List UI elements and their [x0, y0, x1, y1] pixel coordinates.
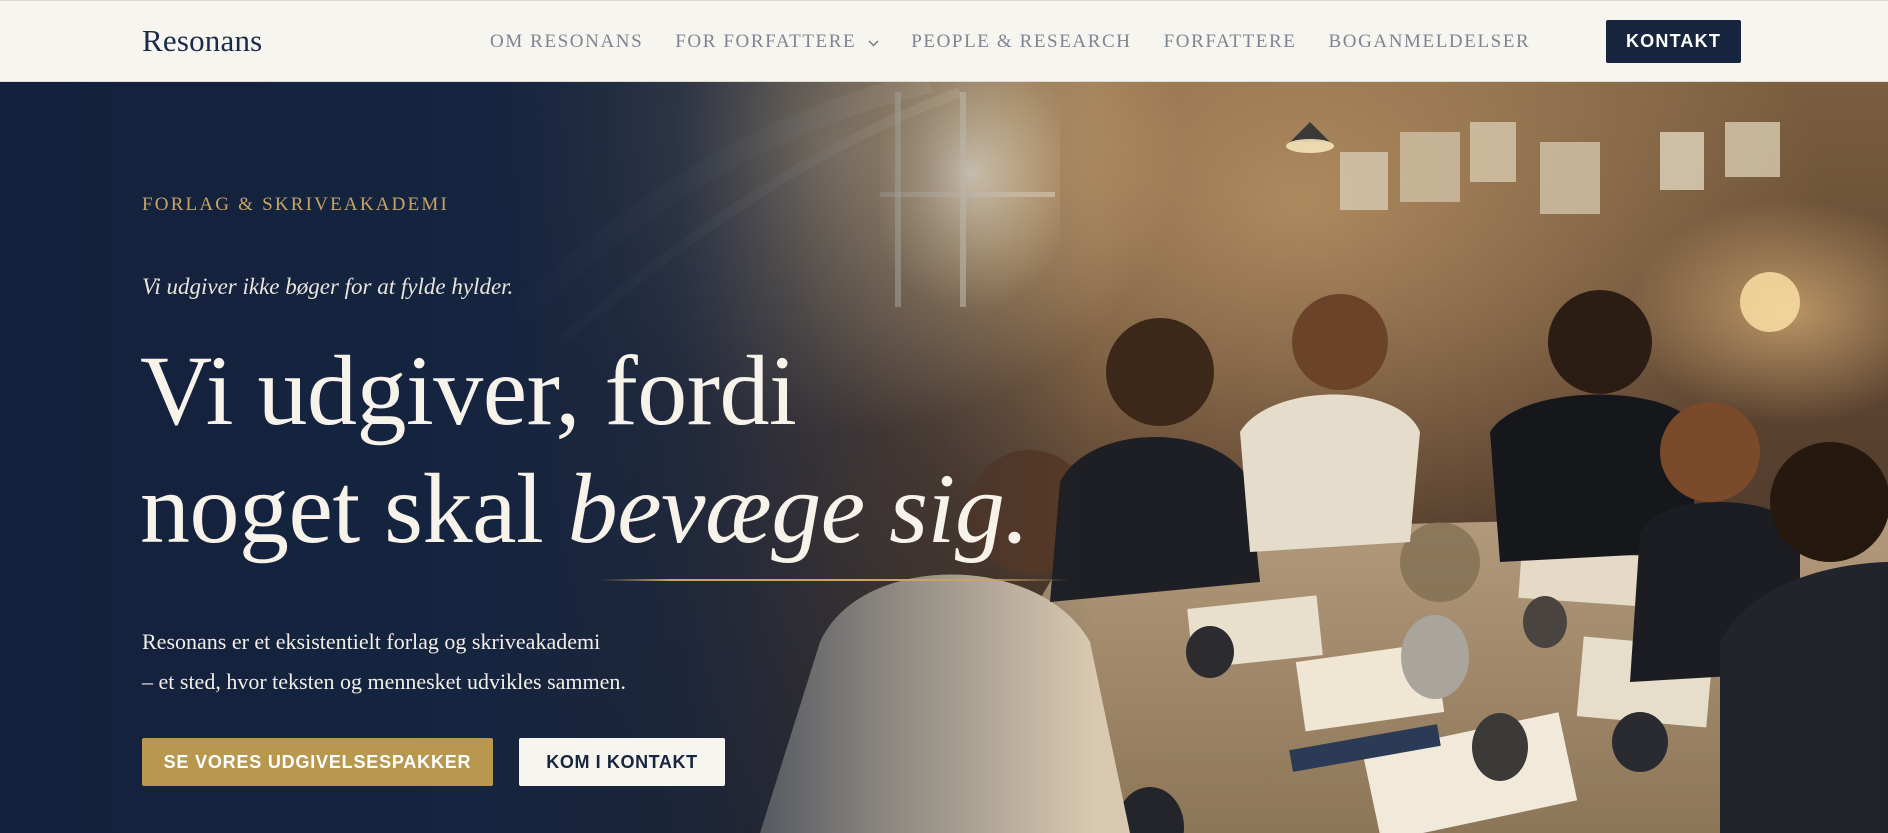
- nav-item-boganmeldelser[interactable]: BOGANMELDELSER: [1328, 31, 1530, 53]
- headline-underline: [600, 579, 1070, 581]
- hero-section: FORLAG & SKRIVEAKADEMI Vi udgiver ikke b…: [0, 82, 1888, 833]
- hero-headline: Vi udgiver, fordi noget skal bevæge sig.: [140, 332, 1029, 568]
- contact-button[interactable]: KONTAKT: [1606, 20, 1741, 63]
- chevron-down-icon: [868, 31, 879, 53]
- get-in-touch-button[interactable]: KOM I KONTAKT: [519, 738, 725, 786]
- nav-item-for-forfattere[interactable]: FOR FORFATTERE: [675, 31, 879, 53]
- headline-line-1: Vi udgiver, fordi: [140, 335, 797, 446]
- nav-item-people-research[interactable]: PEOPLE & RESEARCH: [911, 31, 1131, 53]
- hero-description-line-2: – et sted, hvor teksten og mennesket udv…: [142, 669, 626, 694]
- headline-line-2-plain: noget skal: [140, 453, 568, 564]
- headline-line-2-italic: bevæge sig.: [567, 453, 1030, 564]
- nav-item-om-resonans[interactable]: OM RESONANS: [490, 31, 643, 53]
- nav-item-label: PEOPLE & RESEARCH: [911, 30, 1132, 52]
- nav-item-label: FORFATTERE: [1163, 30, 1297, 52]
- nav-item-forfattere[interactable]: FORFATTERE: [1164, 31, 1297, 53]
- nav-item-label: FOR FORFATTERE: [675, 30, 857, 52]
- main-nav: OM RESONANS FOR FORFATTERE PEOPLE & RESE…: [490, 1, 1562, 82]
- nav-item-label: OM RESONANS: [490, 30, 644, 52]
- hero-eyebrow: FORLAG & SKRIVEAKADEMI: [142, 194, 450, 215]
- hero-description: Resonans er et eksistentielt forlag og s…: [142, 622, 626, 702]
- site-header: Resonans OM RESONANS FOR FORFATTERE PEOP…: [0, 1, 1888, 82]
- hero-description-line-1: Resonans er et eksistentielt forlag og s…: [142, 629, 601, 654]
- hero-tagline: Vi udgiver ikke bøger for at fylde hylde…: [142, 274, 514, 299]
- nav-item-label: BOGANMELDELSER: [1328, 30, 1531, 52]
- site-logo[interactable]: Resonans: [142, 23, 262, 59]
- publishing-packages-button[interactable]: SE VORES UDGIVELSESPAKKER: [142, 738, 493, 786]
